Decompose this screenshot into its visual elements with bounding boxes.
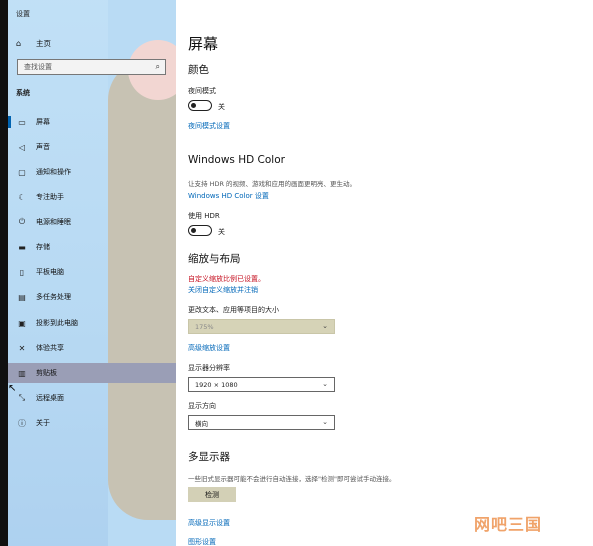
chevron-down-icon: ⌄ [322, 380, 328, 388]
search-icon: ⌕ [155, 62, 160, 71]
custom-scale-warning: 自定义缩放比例已设置。 [188, 275, 265, 283]
night-light-settings-link[interactable]: 夜间模式设置 [188, 121, 230, 131]
search-placeholder: 查找设置 [24, 63, 52, 71]
hdr-label: 使用 HDR [188, 212, 220, 220]
clipboard-icon: ▥ [18, 368, 26, 378]
color-heading: 颜色 [188, 64, 209, 76]
power-icon: ⏻ [18, 217, 26, 226]
sidebar-item-label: 屏幕 [36, 118, 50, 126]
mouse-cursor-icon: ↖ [8, 383, 17, 394]
sidebar-item-sound[interactable]: ◁ 声音 [8, 137, 176, 157]
scale-value: 175% [195, 322, 214, 331]
orientation-dropdown[interactable]: 横向 ⌄ [188, 415, 335, 430]
sidebar-item-label: 多任务处理 [36, 293, 71, 301]
info-icon: ⓘ [18, 418, 26, 428]
window-edge [0, 0, 8, 546]
home-icon: ⌂ [16, 38, 22, 48]
sidebar-item-multitasking[interactable]: ▤ 多任务处理 [8, 287, 176, 307]
multi-display-heading: 多显示器 [188, 451, 230, 463]
hdr-toggle[interactable] [188, 225, 212, 236]
sidebar-item-display[interactable]: ▭ 屏幕 [8, 112, 176, 132]
toggle-knob [191, 227, 196, 233]
hdr-state: 关 [218, 228, 225, 236]
graphics-settings-link[interactable]: 图形设置 [188, 537, 216, 546]
hd-color-description: 让支持 HDR 的视频、游戏和应用的画面更明亮、更生动。 [188, 180, 357, 188]
storage-icon: ▬ [18, 242, 26, 252]
chevron-down-icon: ⌄ [322, 418, 328, 426]
sidebar-item-power[interactable]: ⏻ 电源和睡眠 [8, 212, 176, 232]
toggle-knob [191, 102, 196, 108]
disable-custom-scale-link[interactable]: 关闭自定义缩放并注销 [188, 285, 258, 295]
home-label: 主页 [36, 38, 51, 48]
resolution-label: 显示器分辨率 [188, 364, 230, 372]
chevron-down-icon: ⌄ [322, 322, 328, 330]
sidebar: 设置 ⌂ 主页 查找设置 ⌕ 系统 ▭ 屏幕 ◁ 声音 ▢ 通知和操作 ☾ 专注… [8, 0, 176, 546]
sidebar-item-label: 投影到此电脑 [36, 319, 78, 327]
resolution-value: 1920 × 1080 [195, 380, 238, 389]
sidebar-item-label: 声音 [36, 143, 50, 151]
search-input[interactable]: 查找设置 ⌕ [17, 59, 166, 75]
share-icon: ✕ [18, 343, 26, 353]
sidebar-item-label: 存储 [36, 243, 50, 251]
project-icon: ▣ [18, 318, 26, 328]
sidebar-item-label: 平板电脑 [36, 268, 64, 276]
tablet-icon: ▯ [19, 267, 25, 277]
monitor-icon: ▭ [18, 117, 26, 127]
detect-button[interactable]: 检测 [188, 487, 236, 502]
sidebar-item-label: 远程桌面 [36, 394, 64, 402]
text-size-label: 更改文本、应用等项目的大小 [188, 306, 279, 314]
sidebar-item-label: 关于 [36, 419, 50, 427]
sidebar-item-shared-experiences[interactable]: ✕ 体验共享 [8, 338, 176, 358]
multi-display-description: 一些旧式显示器可能不会进行自动连接，选择"检测"即可尝试手动连接。 [188, 475, 396, 483]
hd-color-heading: Windows HD Color [188, 154, 285, 166]
hd-color-settings-link[interactable]: Windows HD Color 设置 [188, 191, 269, 201]
advanced-display-settings-link[interactable]: 高级显示设置 [188, 518, 230, 528]
notification-icon: ▢ [18, 167, 26, 177]
remote-icon: ⤡ [18, 393, 26, 402]
moon-icon: ☾ [18, 192, 26, 202]
resolution-dropdown[interactable]: 1920 × 1080 ⌄ [188, 377, 335, 392]
sidebar-item-label: 体验共享 [36, 344, 64, 352]
sidebar-item-remote-desktop[interactable]: ⤡ 远程桌面 [8, 388, 176, 408]
sidebar-item-tablet[interactable]: ▯ 平板电脑 [8, 262, 176, 282]
speaker-icon: ◁ [18, 142, 26, 152]
sidebar-item-storage[interactable]: ▬ 存储 [8, 237, 176, 257]
sidebar-item-about[interactable]: ⓘ 关于 [8, 413, 176, 433]
advanced-scaling-link[interactable]: 高级缩放设置 [188, 343, 230, 353]
sidebar-item-label: 专注助手 [36, 193, 64, 201]
sidebar-item-label: 电源和睡眠 [36, 218, 71, 226]
night-light-state: 关 [218, 103, 225, 111]
sidebar-item-label: 剪贴板 [36, 369, 57, 377]
scale-dropdown[interactable]: 175% ⌄ [188, 319, 335, 334]
main-panel: 屏幕 颜色 夜间模式 关 夜间模式设置 Windows HD Color 让支持… [176, 0, 593, 546]
app-title: 设置 [16, 10, 30, 18]
scale-layout-heading: 缩放与布局 [188, 253, 241, 265]
night-light-toggle[interactable] [188, 100, 212, 111]
orientation-value: 横向 [195, 419, 208, 428]
home-nav[interactable]: ⌂ 主页 [16, 36, 51, 50]
sidebar-item-notifications[interactable]: ▢ 通知和操作 [8, 162, 176, 182]
sidebar-item-label: 通知和操作 [36, 168, 71, 176]
sidebar-item-focus-assist[interactable]: ☾ 专注助手 [8, 187, 176, 207]
page-title: 屏幕 [188, 35, 219, 53]
watermark-logo: 网吧三国 [474, 515, 543, 534]
sidebar-item-clipboard[interactable]: ▥ 剪贴板 [8, 363, 176, 383]
multitask-icon: ▤ [18, 292, 26, 302]
night-light-label: 夜间模式 [188, 87, 216, 95]
section-label: 系统 [16, 89, 30, 97]
sidebar-item-projecting[interactable]: ▣ 投影到此电脑 [8, 313, 176, 333]
orientation-label: 显示方向 [188, 402, 216, 410]
